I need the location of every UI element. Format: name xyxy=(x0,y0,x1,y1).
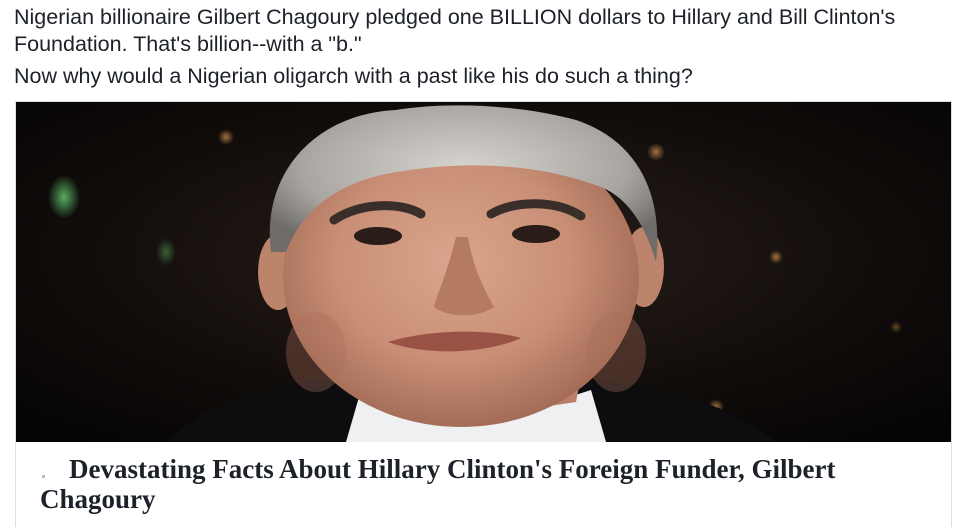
link-preview-title[interactable]: Devastating Facts About Hillary Clinton'… xyxy=(40,454,920,514)
link-preview-card[interactable]: Devastating Facts About Hillary Clinton'… xyxy=(15,101,952,527)
post-message-line-1: Nigerian billionaire Gilbert Chagoury pl… xyxy=(14,5,896,56)
link-preview-caption[interactable]: Devastating Facts About Hillary Clinton'… xyxy=(16,442,951,527)
post-message-line-2: Now why would a Nigerian oligarch with a… xyxy=(14,64,693,88)
post-message: Nigerian billionaire Gilbert Chagoury pl… xyxy=(14,4,959,95)
link-preview-image[interactable] xyxy=(16,102,951,442)
portrait-photo xyxy=(16,102,951,442)
facebook-post: Nigerian billionaire Gilbert Chagoury pl… xyxy=(0,0,970,527)
